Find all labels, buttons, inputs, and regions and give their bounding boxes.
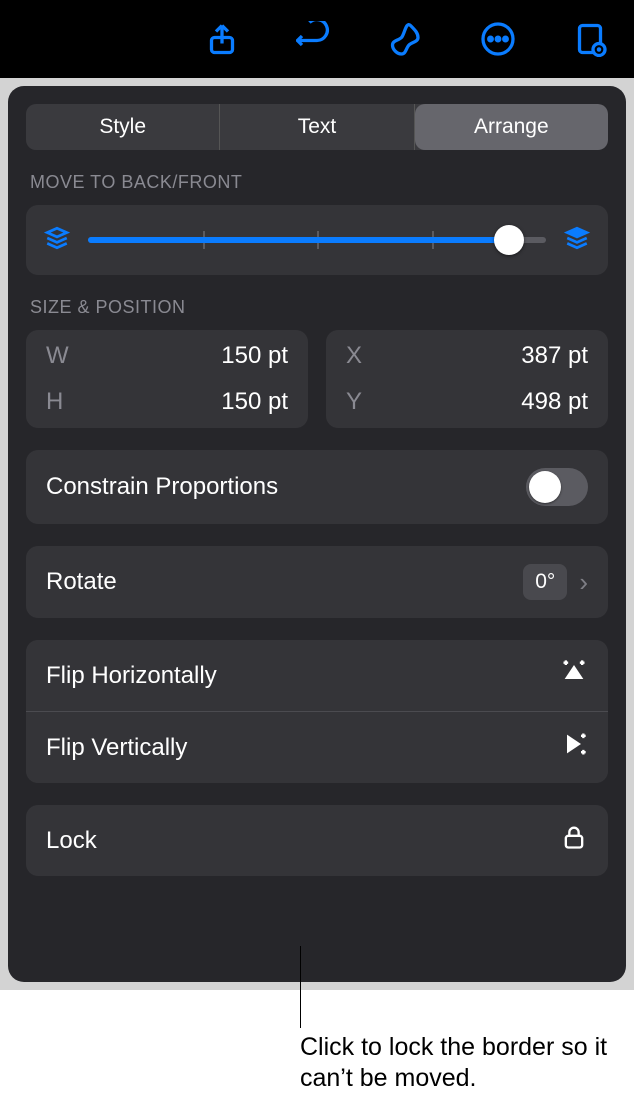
more-icon[interactable] [480, 21, 516, 57]
document-icon[interactable] [572, 21, 608, 57]
flip-horizontal-icon [560, 658, 588, 693]
constrain-row[interactable]: Constrain Proportions [26, 450, 608, 524]
layer-slider[interactable] [88, 237, 546, 243]
move-section: MOVE TO BACK/FRONT [26, 172, 608, 275]
share-icon[interactable] [204, 21, 240, 57]
tab-style[interactable]: Style [26, 104, 220, 150]
slider-thumb[interactable] [494, 225, 524, 255]
top-toolbar [0, 0, 634, 78]
flip-group: Flip Horizontally Flip Vertically [26, 640, 608, 783]
move-label: MOVE TO BACK/FRONT [26, 172, 608, 193]
tab-text[interactable]: Text [220, 104, 414, 150]
screen: Style Text Arrange MOVE TO BACK/FRONT [0, 0, 634, 1118]
format-panel: Style Text Arrange MOVE TO BACK/FRONT [8, 86, 626, 982]
size-position-section: SIZE & POSITION W 150 pt H 150 pt X 387 pt … [26, 297, 608, 428]
flip-vertical-icon [560, 730, 588, 765]
constrain-toggle[interactable] [526, 468, 588, 506]
lock-icon [560, 823, 588, 858]
chevron-right-icon: › [579, 567, 588, 598]
panel-backdrop: Style Text Arrange MOVE TO BACK/FRONT [0, 78, 634, 990]
flip-vertical-row[interactable]: Flip Vertically [26, 712, 608, 783]
send-to-back-icon[interactable] [44, 225, 70, 256]
y-key: Y [346, 388, 362, 416]
sizepos-label: SIZE & POSITION [26, 297, 608, 318]
undo-icon[interactable] [296, 21, 332, 57]
x-key: X [346, 342, 362, 370]
flip-horizontal-row[interactable]: Flip Horizontally [26, 640, 608, 712]
x-value: 387 pt [521, 342, 588, 370]
width-key: W [46, 342, 69, 370]
position-box[interactable]: X 387 pt Y 498 pt [326, 330, 608, 428]
rotate-label: Rotate [46, 568, 117, 596]
size-box[interactable]: W 150 pt H 150 pt [26, 330, 308, 428]
rotate-row[interactable]: Rotate 0° › [26, 546, 608, 618]
callout-text: Click to lock the border so it can’t be … [300, 1032, 620, 1095]
rotate-value: 0° [523, 564, 567, 600]
format-tabs: Style Text Arrange [26, 104, 608, 150]
y-value: 498 pt [521, 388, 588, 416]
height-key: H [46, 388, 63, 416]
tab-arrange[interactable]: Arrange [415, 104, 608, 150]
height-value: 150 pt [221, 388, 288, 416]
bring-to-front-icon[interactable] [564, 225, 590, 256]
format-brush-icon[interactable] [388, 21, 424, 57]
flip-v-label: Flip Vertically [46, 734, 187, 762]
layer-slider-row [26, 205, 608, 275]
lock-label: Lock [46, 827, 97, 855]
callout-line [300, 946, 301, 1028]
flip-h-label: Flip Horizontally [46, 662, 217, 690]
constrain-label: Constrain Proportions [46, 473, 278, 501]
width-value: 150 pt [221, 342, 288, 370]
lock-row[interactable]: Lock [26, 805, 608, 876]
